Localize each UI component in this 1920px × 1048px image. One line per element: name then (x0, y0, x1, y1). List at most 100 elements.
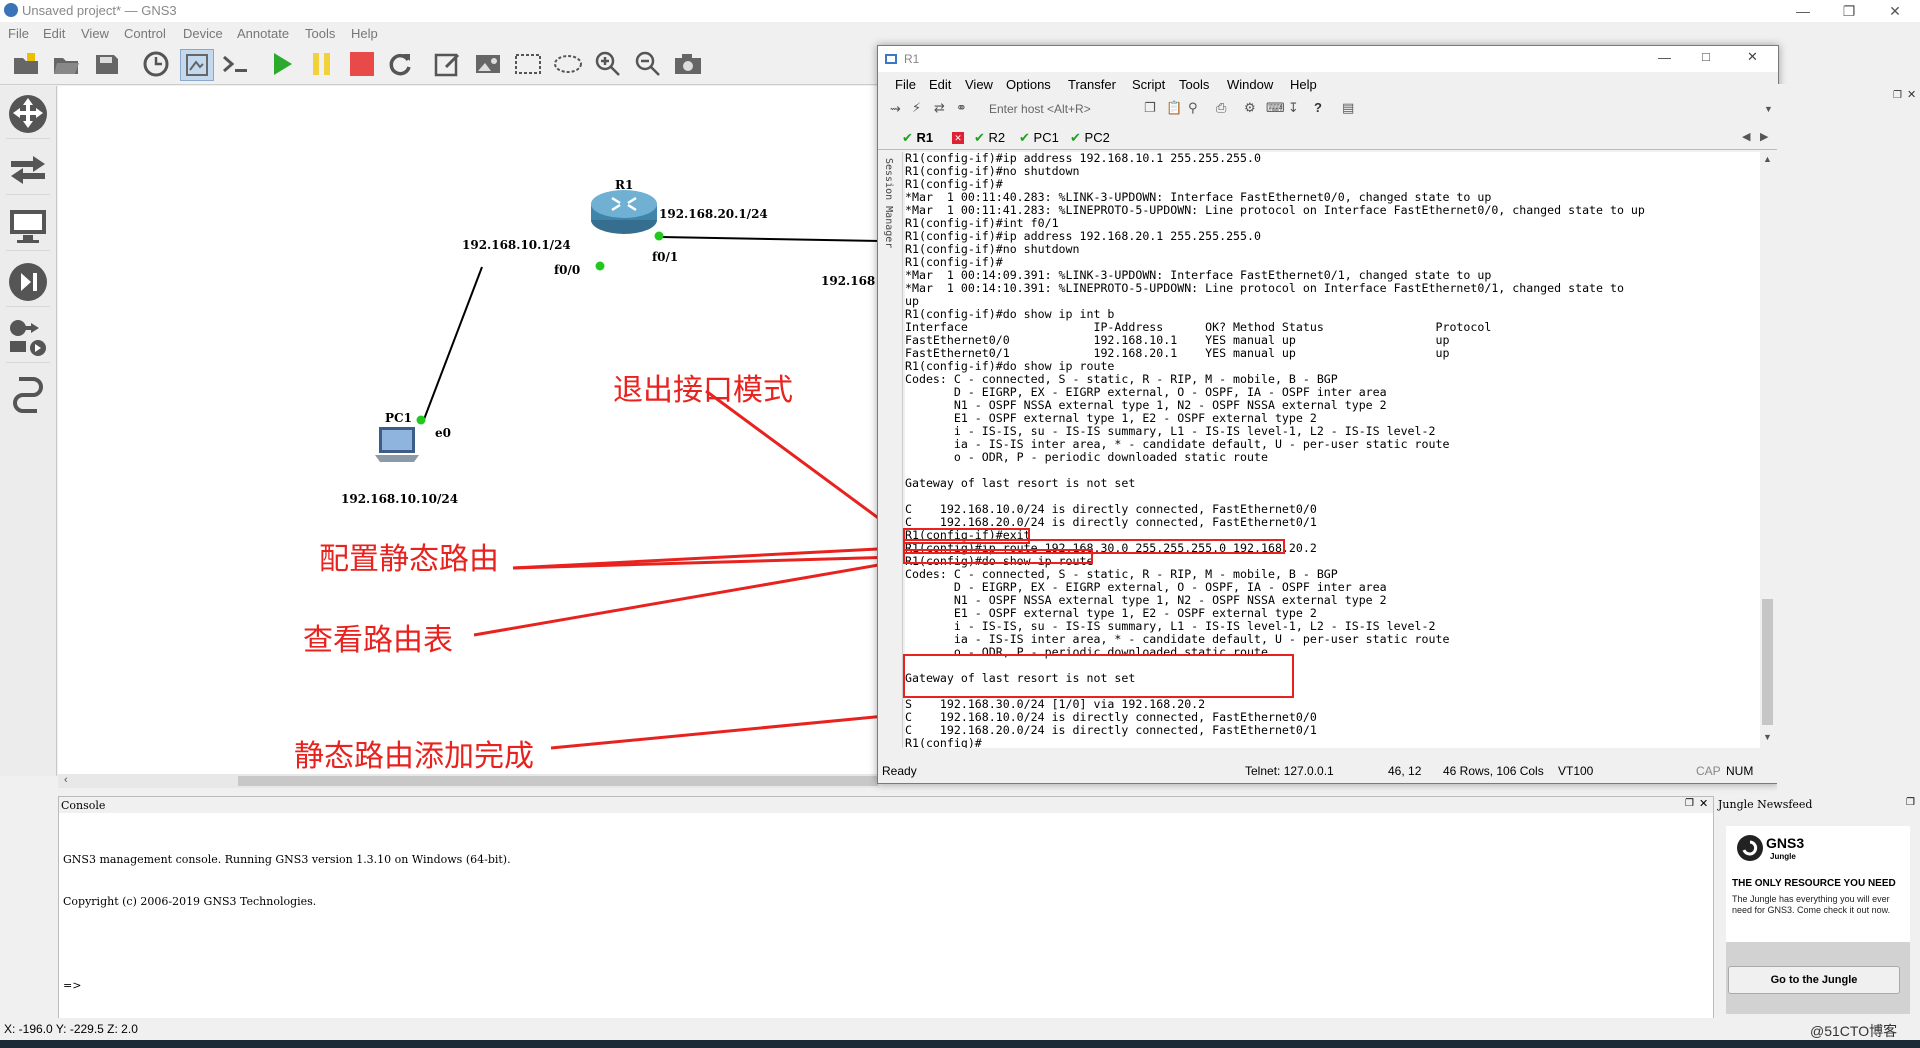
tab-prev-icon[interactable]: ◀ (1742, 130, 1750, 143)
tab-r1-close-icon[interactable]: ✕ (952, 132, 964, 144)
terminal-menu-transfer[interactable]: Transfer (1068, 77, 1116, 92)
show-interface-labels-icon[interactable] (180, 49, 214, 81)
screenshot-camera-icon[interactable] (672, 49, 704, 79)
switches-icon[interactable] (6, 146, 50, 195)
connect-icon[interactable]: ⇝ (890, 101, 901, 117)
terminal-menu-file[interactable]: File (895, 77, 916, 92)
terminal-scroll-down-icon[interactable]: ▼ (1763, 732, 1772, 742)
tab-pc1[interactable]: ✔ PC1 (1019, 130, 1059, 146)
add-note-icon[interactable] (432, 49, 464, 79)
go-to-jungle-button[interactable]: Go to the Jungle (1728, 966, 1900, 994)
jungle-float-icon[interactable]: ❐ (1906, 797, 1915, 808)
session-manager-sidebar[interactable]: Session Manager (878, 152, 903, 748)
tab-r1[interactable]: ✔ R1 (902, 130, 933, 146)
snapshot-clock-icon[interactable] (140, 49, 172, 79)
terminal-menu-edit[interactable]: Edit (929, 77, 951, 92)
draw-rectangle-icon[interactable] (512, 49, 544, 79)
settings-icon[interactable]: ⚙ (1244, 100, 1256, 116)
zoom-out-icon[interactable] (632, 49, 664, 79)
minimize-button[interactable]: — (1786, 2, 1820, 20)
tab-r2[interactable]: ✔ R2 (974, 130, 1005, 146)
terminal-line: R1(config-if)#no shutdown (905, 242, 1080, 256)
disconnect-icon[interactable]: ⚭ (956, 100, 967, 116)
toolbar-more-icon[interactable]: ▼ (1764, 104, 1773, 114)
open-folder-icon[interactable] (50, 49, 82, 79)
port-status-f00 (595, 261, 605, 271)
paste-icon[interactable]: 📋 (1166, 100, 1182, 116)
terminal-menu-options[interactable]: Options (1006, 77, 1051, 92)
scroll-thumb[interactable] (238, 776, 878, 786)
link-r1-r2[interactable] (660, 236, 880, 242)
menu-tools[interactable]: Tools (305, 26, 335, 41)
stop-all-icon[interactable] (346, 49, 378, 79)
right-dock-close-icon[interactable]: ✕ (1907, 88, 1916, 101)
status-telnet: Telnet: 127.0.0.1 (1245, 764, 1334, 778)
tab-pc1-label: PC1 (1033, 130, 1059, 145)
terminal-scroll-thumb[interactable] (1762, 599, 1773, 725)
menu-view[interactable]: View (81, 26, 109, 41)
console-output[interactable]: GNS3 management console. Running GNS3 ve… (63, 825, 511, 1021)
print-icon[interactable]: ⎙ (1216, 100, 1226, 116)
new-project-icon[interactable] (10, 49, 42, 79)
menu-file[interactable]: File (8, 26, 29, 41)
host-input[interactable]: Enter host <Alt+R> (989, 102, 1091, 116)
all-devices-icon[interactable] (6, 314, 50, 363)
menu-help[interactable]: Help (351, 26, 378, 41)
menu-device[interactable]: Device (183, 26, 223, 41)
terminal-minimize-button[interactable]: — (1658, 50, 1671, 65)
suspend-all-icon[interactable] (306, 49, 338, 79)
right-dock-float-icon[interactable]: ❐ (1893, 90, 1902, 101)
find-icon[interactable]: ⚲ (1188, 100, 1198, 116)
quick-connect-icon[interactable]: ⚡ (912, 100, 921, 116)
pc1-node[interactable] (371, 423, 423, 468)
close-button[interactable]: ✕ (1878, 2, 1912, 20)
terminal-menu-script[interactable]: Script (1132, 77, 1165, 92)
topology-canvas[interactable]: R1 192.168.20.1/24 192.168.10.1/24 f0/0 … (58, 86, 880, 774)
routers-icon[interactable] (6, 90, 50, 139)
terminal-menu-help[interactable]: Help (1290, 77, 1317, 92)
keymap-icon[interactable]: ⌨ (1266, 100, 1285, 116)
tab-r1-check-icon: ✔ (902, 130, 913, 145)
reload-all-icon[interactable] (384, 49, 416, 79)
terminal-menu-view[interactable]: View (965, 77, 993, 92)
scroll-left-icon[interactable]: ‹ (64, 774, 68, 786)
status-cap: CAP (1696, 764, 1721, 778)
draw-ellipse-icon[interactable] (552, 49, 584, 79)
r1-terminal-window[interactable]: R1 — □ ✕ File Edit View Options Transfer… (877, 45, 1779, 784)
insert-picture-icon[interactable] (472, 49, 504, 79)
terminal-maximize-button[interactable]: □ (1702, 49, 1710, 64)
terminal-menu-tools[interactable]: Tools (1179, 77, 1209, 92)
add-link-icon[interactable] (6, 370, 50, 418)
end-devices-icon[interactable] (6, 202, 50, 251)
reconnect-icon[interactable]: ⇄ (934, 100, 945, 116)
tab-pc2[interactable]: ✔ PC2 (1070, 130, 1110, 146)
terminal-scrollbar[interactable]: ▲ ▼ (1760, 152, 1775, 748)
help-icon[interactable]: ? (1314, 100, 1322, 115)
zoom-in-icon[interactable] (592, 49, 624, 79)
sftp-icon[interactable]: ↧ (1288, 100, 1299, 116)
console-all-icon[interactable] (220, 49, 252, 79)
start-all-icon[interactable] (266, 49, 298, 79)
router-r1[interactable] (588, 184, 660, 241)
console-float-icon[interactable]: ❐ (1685, 798, 1694, 809)
tab-next-icon[interactable]: ▶ (1760, 130, 1768, 143)
console-panel[interactable]: Console ❐ ✕ GNS3 management console. Run… (58, 796, 1714, 1020)
maximize-button[interactable]: ❐ (1832, 2, 1866, 20)
menu-control[interactable]: Control (124, 26, 166, 41)
status-ready: Ready (882, 764, 917, 778)
menu-edit[interactable]: Edit (43, 26, 65, 41)
terminal-scroll-up-icon[interactable]: ▲ (1763, 154, 1772, 164)
save-icon[interactable] (90, 49, 122, 79)
script-icon[interactable]: ▤ (1342, 100, 1354, 116)
jungle-headline: THE ONLY RESOURCE YOU NEED (1732, 878, 1896, 889)
console-close-icon[interactable]: ✕ (1699, 797, 1708, 810)
r1-label: R1 (615, 178, 634, 192)
terminal-close-button[interactable]: ✕ (1747, 49, 1758, 65)
terminal-line: R1(config-if)#no shutdown (905, 164, 1080, 178)
copy-icon[interactable]: ❐ (1144, 100, 1156, 116)
link-r1-pc1[interactable] (422, 266, 483, 423)
security-devices-icon[interactable] (6, 258, 50, 307)
menu-annotate[interactable]: Annotate (237, 26, 289, 41)
terminal-menu-window[interactable]: Window (1227, 77, 1273, 92)
canvas-horizontal-scrollbar[interactable]: ‹ (58, 774, 880, 788)
